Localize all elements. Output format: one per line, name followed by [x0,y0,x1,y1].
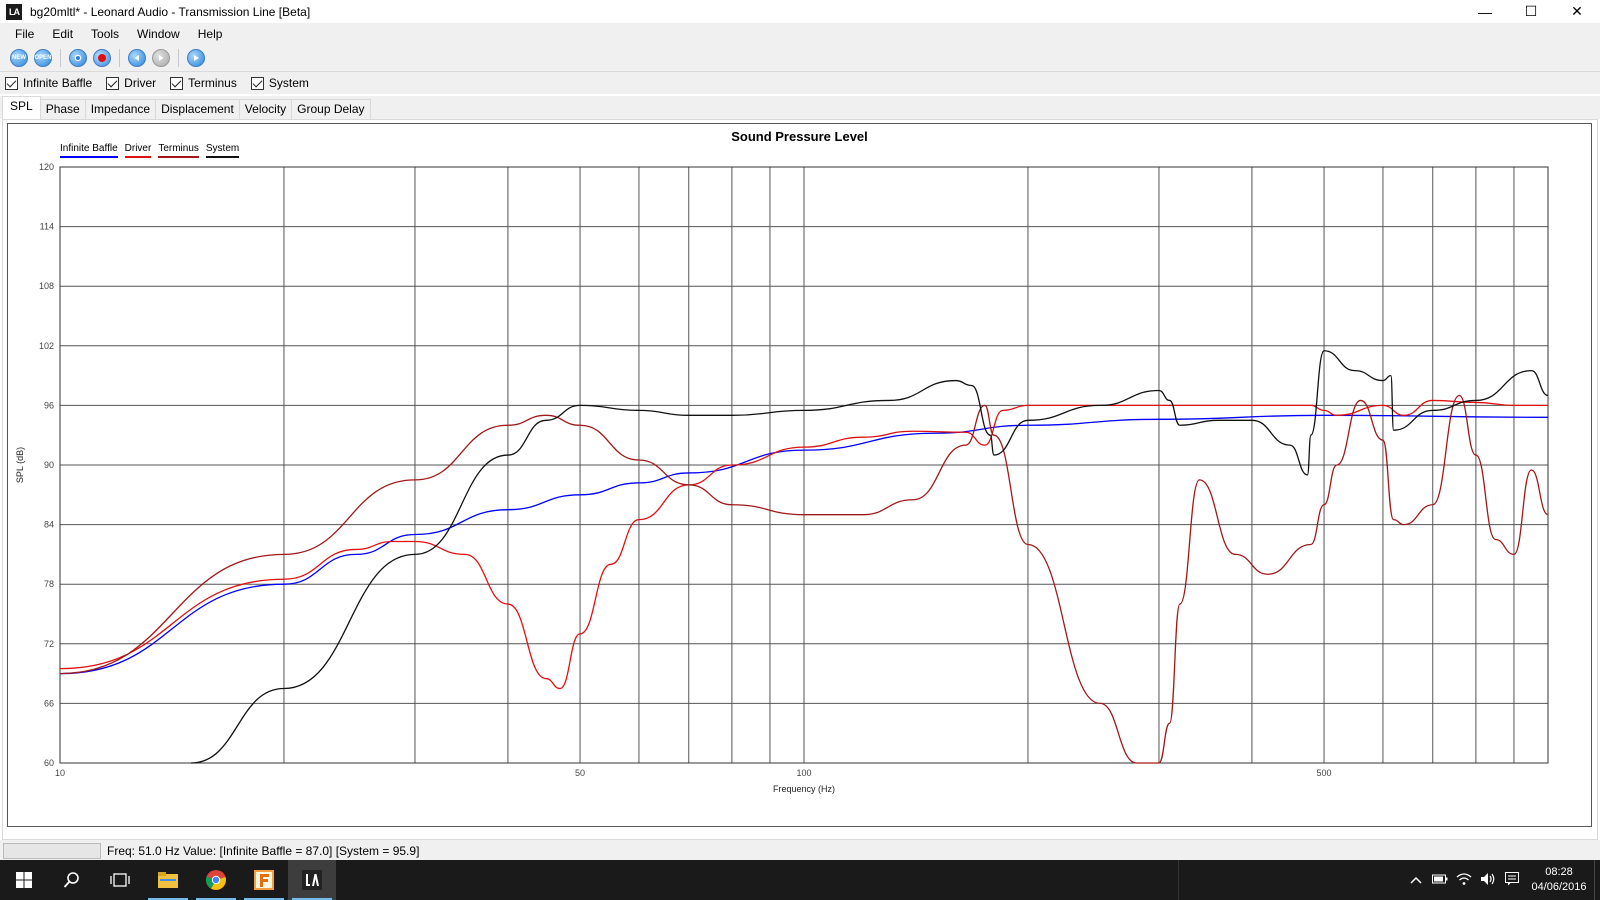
toolbar-separator [60,49,61,67]
checkbox-label: System [268,76,309,90]
series-line-system [191,350,1549,764]
tab-group-delay[interactable]: Group Delay [291,99,371,119]
y-tick-label: 90 [44,460,54,470]
y-tick-label: 108 [39,281,54,291]
y-tick-label: 96 [44,400,54,410]
y-tick-label: 120 [39,162,54,172]
checkbox-box[interactable] [5,76,18,90]
chevron-up-icon[interactable] [1404,873,1428,887]
y-tick-label: 66 [44,698,54,708]
x-axis-label: Frequency (Hz) [773,784,835,794]
y-tick-label: 102 [39,341,54,351]
spl-chart[interactable]: Sound Pressure Level Infinite Baffle Dri… [7,123,1592,827]
app-f-icon[interactable] [240,860,288,900]
status-text: Freq: 51.0 Hz Value: [Infinite Baffle = … [107,844,420,858]
forward-icon[interactable] [152,49,170,67]
x-tick-label: 10 [55,768,65,778]
back-icon[interactable] [128,49,146,67]
checkbox-label: Infinite Baffle [23,76,93,90]
toolbar-separator [119,49,120,67]
clock-time: 08:28 [1545,866,1573,878]
file-explorer-icon[interactable] [144,860,192,900]
checkbox-label: Driver [124,76,157,90]
toolbar: NEW OPEN [0,45,1600,72]
show-desktop-button[interactable] [1594,860,1600,900]
y-tick-label: 78 [44,579,54,589]
checkbox-box[interactable] [250,76,264,90]
menu-help[interactable]: Help [189,23,232,45]
close-button[interactable]: ✕ [1554,0,1600,23]
checkbox-box[interactable] [106,76,120,90]
menu-edit[interactable]: Edit [43,23,82,45]
taskbar: 08:28 04/06/2016 [0,860,1600,900]
checkbox-terminus[interactable]: Terminus [170,76,237,90]
window-title: bg20mltl* - Leonard Audio - Transmission… [30,4,311,19]
x-tick-label: 100 [796,768,811,778]
system-tray: 08:28 04/06/2016 [1178,860,1600,900]
menu-tools[interactable]: Tools [82,23,128,45]
x-tick-label: 500 [1317,768,1332,778]
task-view-icon[interactable] [96,860,144,900]
record-icon[interactable] [93,49,111,67]
tray-divider [1178,860,1179,900]
toolbar-separator [178,49,179,67]
start-icon[interactable] [0,860,48,900]
menu-file[interactable]: File [6,23,43,45]
app-logo-icon: LA [6,3,22,20]
checkbox-system[interactable]: System [250,76,309,90]
x-tick-label: 50 [575,768,585,778]
checkbox-driver[interactable]: Driver [106,76,156,90]
clock[interactable]: 08:28 04/06/2016 [1524,865,1594,895]
title-bar: LA bg20mltl* - Leonard Audio - Transmiss… [0,0,1600,23]
y-tick-label: 72 [44,639,54,649]
plot-area[interactable]: 60 66 72 78 84 90 96 102 108 114 120 10 50 100 500 Freq… [8,124,1593,828]
tab-phase[interactable]: Phase [39,99,86,119]
notification-icon[interactable] [1500,871,1524,889]
new-icon[interactable]: NEW [10,49,28,67]
status-bar: Freq: 51.0 Hz Value: [Infinite Baffle = … [0,840,1600,862]
volume-icon[interactable] [1476,872,1500,889]
tab-impedance[interactable]: Impedance [84,99,157,119]
open-icon[interactable]: OPEN [34,49,52,67]
menu-bar: File Edit Tools Window Help [0,23,1600,45]
battery-icon[interactable] [1428,873,1452,887]
checkbox-infinite-baffle[interactable]: Infinite Baffle [5,76,92,90]
play-icon[interactable] [187,49,205,67]
tab-strip: SPL Phase Impedance Displacement Velocit… [0,96,1600,119]
search-icon[interactable] [48,860,96,900]
clock-date: 04/06/2016 [1531,881,1587,893]
menu-window[interactable]: Window [128,23,189,45]
tab-spl[interactable]: SPL [2,96,41,119]
status-progress [3,843,101,859]
y-tick-label: 60 [44,758,54,768]
series-toggle-row: Infinite Baffle Driver Terminus System [0,72,1600,94]
window-controls: — ☐ ✕ [1462,0,1600,23]
y-tick-label: 84 [44,520,54,530]
maximize-button[interactable]: ☐ [1508,0,1554,23]
tab-velocity[interactable]: Velocity [238,99,293,119]
checkbox-label: Terminus [188,76,237,90]
leonard-audio-icon[interactable] [288,860,336,900]
tab-displacement[interactable]: Displacement [155,99,240,119]
minimize-button[interactable]: — [1462,0,1508,23]
checkbox-box[interactable] [170,76,184,90]
chrome-icon[interactable] [192,860,240,900]
y-axis-label: SPL (dB) [15,447,25,483]
save-icon[interactable] [69,49,87,67]
y-tick-label: 114 [40,222,54,232]
wifi-icon[interactable] [1452,872,1476,889]
